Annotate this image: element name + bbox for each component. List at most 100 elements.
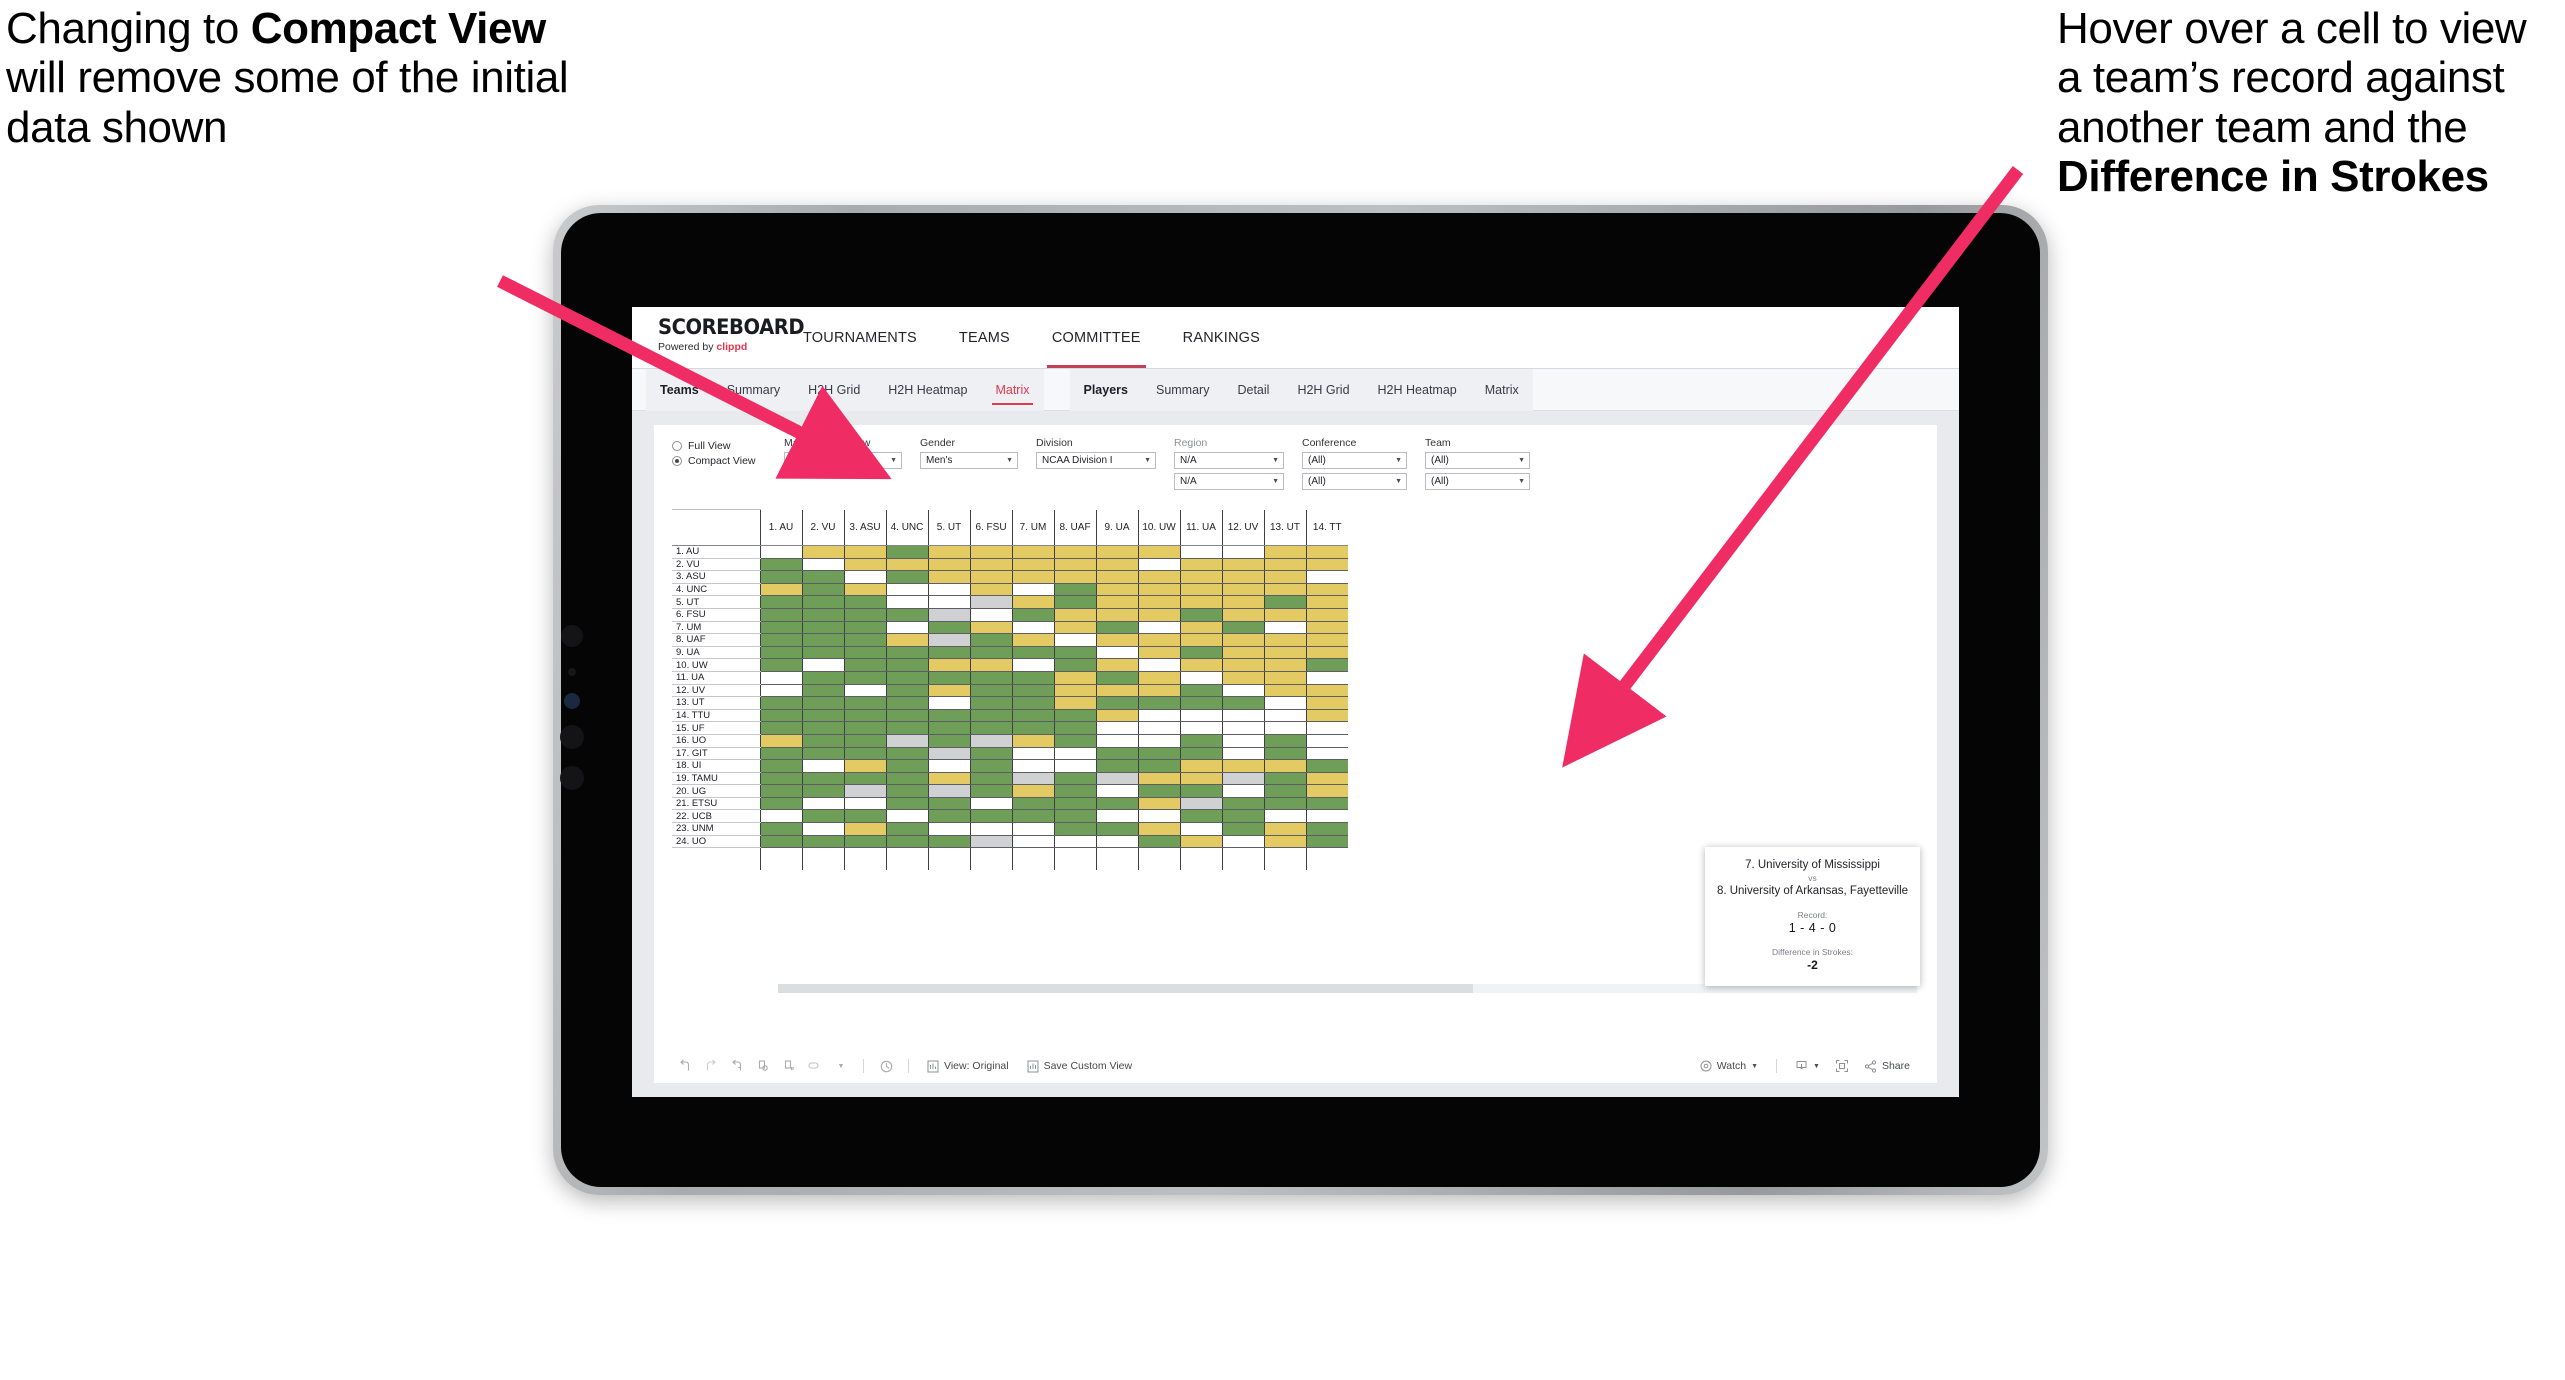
filter-region-select-1[interactable]: N/A ▼ <box>1174 452 1284 469</box>
refresh-data-icon[interactable] <box>750 1059 776 1073</box>
matrix-cell[interactable] <box>1179 621 1222 635</box>
matrix-cell[interactable] <box>927 721 970 735</box>
matrix-cell[interactable] <box>1221 658 1264 672</box>
matrix-cell[interactable] <box>1179 570 1222 584</box>
matrix-cell[interactable] <box>969 621 1012 635</box>
matrix-cell[interactable] <box>927 747 970 761</box>
download-button[interactable]: ▼ <box>1786 1060 1829 1073</box>
matrix-cell[interactable] <box>1053 646 1096 660</box>
matrix-cell[interactable] <box>1263 696 1306 710</box>
matrix-cell[interactable] <box>969 696 1012 710</box>
matrix-cell[interactable] <box>759 545 802 559</box>
matrix-cell[interactable] <box>1053 608 1096 622</box>
matrix-cell[interactable] <box>1137 709 1180 723</box>
matrix-cell[interactable] <box>1053 721 1096 735</box>
matrix-cell[interactable] <box>1011 558 1054 572</box>
matrix-cell[interactable] <box>1263 747 1306 761</box>
matrix-cell[interactable] <box>1011 545 1054 559</box>
matrix-cell[interactable] <box>969 671 1012 685</box>
matrix-cell[interactable] <box>1053 595 1096 609</box>
matrix-cell[interactable] <box>969 570 1012 584</box>
matrix-cell[interactable] <box>969 545 1012 559</box>
matrix-cell[interactable] <box>1053 797 1096 811</box>
matrix-cell[interactable] <box>1095 595 1138 609</box>
matrix-cell[interactable] <box>969 847 1012 870</box>
matrix-cell[interactable] <box>843 847 886 870</box>
matrix-cell[interactable] <box>1221 696 1264 710</box>
matrix-cell[interactable] <box>1053 822 1096 836</box>
filter-team-select-2[interactable]: (All) ▼ <box>1425 473 1530 490</box>
matrix-cell[interactable] <box>1263 709 1306 723</box>
matrix-cell[interactable] <box>759 658 802 672</box>
matrix-cell[interactable] <box>885 545 928 559</box>
matrix-cell[interactable] <box>843 658 886 672</box>
matrix-cell[interactable] <box>1305 847 1348 870</box>
matrix-cell[interactable] <box>1095 696 1138 710</box>
matrix-cell[interactable] <box>1305 809 1348 824</box>
matrix-cell[interactable] <box>1095 809 1138 824</box>
matrix-cell[interactable] <box>927 633 970 647</box>
matrix-cell[interactable] <box>759 646 802 660</box>
matrix-cell[interactable] <box>1263 822 1306 836</box>
matrix-cell[interactable] <box>927 809 970 824</box>
watch-button[interactable]: Watch ▼ <box>1691 1060 1767 1072</box>
matrix-cell[interactable] <box>1095 646 1138 660</box>
matrix-cell[interactable] <box>1095 545 1138 559</box>
matrix-cell[interactable] <box>1305 545 1348 559</box>
matrix-cell[interactable] <box>1305 747 1348 761</box>
matrix-cell[interactable] <box>1263 809 1306 824</box>
matrix-cell[interactable] <box>1053 696 1096 710</box>
matrix-cell[interactable] <box>1263 608 1306 622</box>
matrix-cell[interactable] <box>969 759 1012 773</box>
matrix-cell[interactable] <box>1137 658 1180 672</box>
matrix-cell[interactable] <box>843 583 886 597</box>
matrix-cell[interactable] <box>1305 558 1348 572</box>
highlight-icon[interactable] <box>802 1059 828 1073</box>
matrix-cell[interactable] <box>1305 633 1348 647</box>
matrix-cell[interactable] <box>969 595 1012 609</box>
matrix-cell[interactable] <box>801 772 844 786</box>
matrix-cell[interactable] <box>1137 696 1180 710</box>
matrix-cell[interactable] <box>1095 570 1138 584</box>
matrix-cell[interactable] <box>759 822 802 836</box>
matrix-cell[interactable] <box>801 608 844 622</box>
matrix-cell[interactable] <box>885 583 928 597</box>
brand-logo[interactable]: SCOREBOARD Powered by clippd <box>632 307 805 368</box>
matrix-cell[interactable] <box>927 734 970 748</box>
matrix-cell[interactable] <box>1221 545 1264 559</box>
matrix-cell[interactable] <box>759 696 802 710</box>
matrix-cell[interactable] <box>1095 759 1138 773</box>
matrix-cell[interactable] <box>1263 558 1306 572</box>
matrix-cell[interactable] <box>1137 684 1180 698</box>
matrix-cell[interactable] <box>1053 633 1096 647</box>
matrix-cell[interactable] <box>1179 709 1222 723</box>
matrix-cell[interactable] <box>759 621 802 635</box>
matrix-cell[interactable] <box>1011 809 1054 824</box>
fullscreen-icon[interactable] <box>1829 1059 1855 1073</box>
matrix-cell[interactable] <box>1179 747 1222 761</box>
matrix-cell[interactable] <box>1011 847 1054 870</box>
matrix-cell[interactable] <box>1137 772 1180 786</box>
matrix-cell[interactable] <box>969 558 1012 572</box>
matrix-cell[interactable] <box>801 583 844 597</box>
matrix-cell[interactable] <box>1179 658 1222 672</box>
matrix-cell[interactable] <box>1095 633 1138 647</box>
matrix-cell[interactable] <box>1305 658 1348 672</box>
matrix-cell[interactable] <box>1221 847 1264 870</box>
matrix-cell[interactable] <box>1011 759 1054 773</box>
matrix-cell[interactable] <box>1263 759 1306 773</box>
matrix-cell[interactable] <box>1305 759 1348 773</box>
matrix-cell[interactable] <box>759 721 802 735</box>
matrix-cell[interactable] <box>1221 570 1264 584</box>
matrix-cell[interactable] <box>759 684 802 698</box>
matrix-cell[interactable] <box>1179 847 1222 870</box>
matrix-cell[interactable] <box>759 734 802 748</box>
pause-auto-update-icon[interactable] <box>873 1059 899 1074</box>
matrix-cell[interactable] <box>1179 684 1222 698</box>
matrix-cell[interactable] <box>759 633 802 647</box>
matrix-cell[interactable] <box>801 595 844 609</box>
matrix-cell[interactable] <box>1305 835 1348 849</box>
matrix-cell[interactable] <box>1011 709 1054 723</box>
matrix-cell[interactable] <box>801 671 844 685</box>
matrix-cell[interactable] <box>801 646 844 660</box>
